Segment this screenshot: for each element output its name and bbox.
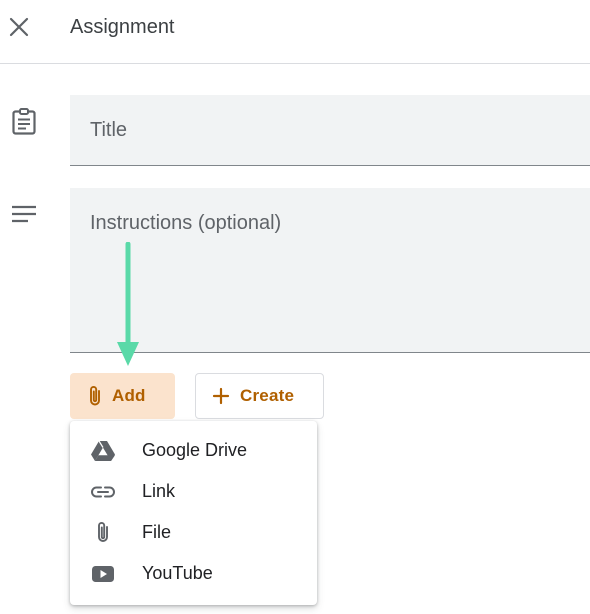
- close-button[interactable]: [4, 12, 34, 42]
- menu-item-label: File: [142, 522, 172, 542]
- google-drive-icon: [90, 438, 116, 464]
- menu-item-label: Link: [142, 481, 176, 501]
- menu-item-file[interactable]: File: [70, 512, 317, 553]
- link-icon: [90, 479, 116, 505]
- title-field[interactable]: [70, 95, 590, 166]
- youtube-icon: [90, 561, 116, 587]
- close-icon: [9, 17, 29, 37]
- create-button-label: Create: [240, 386, 295, 405]
- app-header: Assignment: [0, 0, 590, 64]
- menu-item-youtube[interactable]: YouTube: [70, 553, 317, 594]
- description-icon: [12, 205, 36, 223]
- menu-item-link[interactable]: Link: [70, 471, 317, 512]
- paperclip-icon: [90, 386, 100, 406]
- menu-item-label: Google Drive: [142, 440, 248, 460]
- add-button[interactable]: Add: [70, 373, 175, 419]
- add-menu: Google Drive Link File YouTube: [70, 421, 317, 605]
- add-button-label: Add: [112, 386, 146, 405]
- assignment-icon: [12, 108, 36, 135]
- instructions-field[interactable]: [70, 188, 590, 353]
- menu-item-google-drive[interactable]: Google Drive: [70, 430, 317, 471]
- annotation-arrow: [117, 242, 139, 366]
- page-title: Assignment: [70, 16, 175, 38]
- create-button[interactable]: Create: [195, 373, 324, 419]
- plus-icon: [212, 387, 230, 405]
- menu-item-label: YouTube: [142, 563, 213, 583]
- paperclip-icon: [90, 520, 116, 546]
